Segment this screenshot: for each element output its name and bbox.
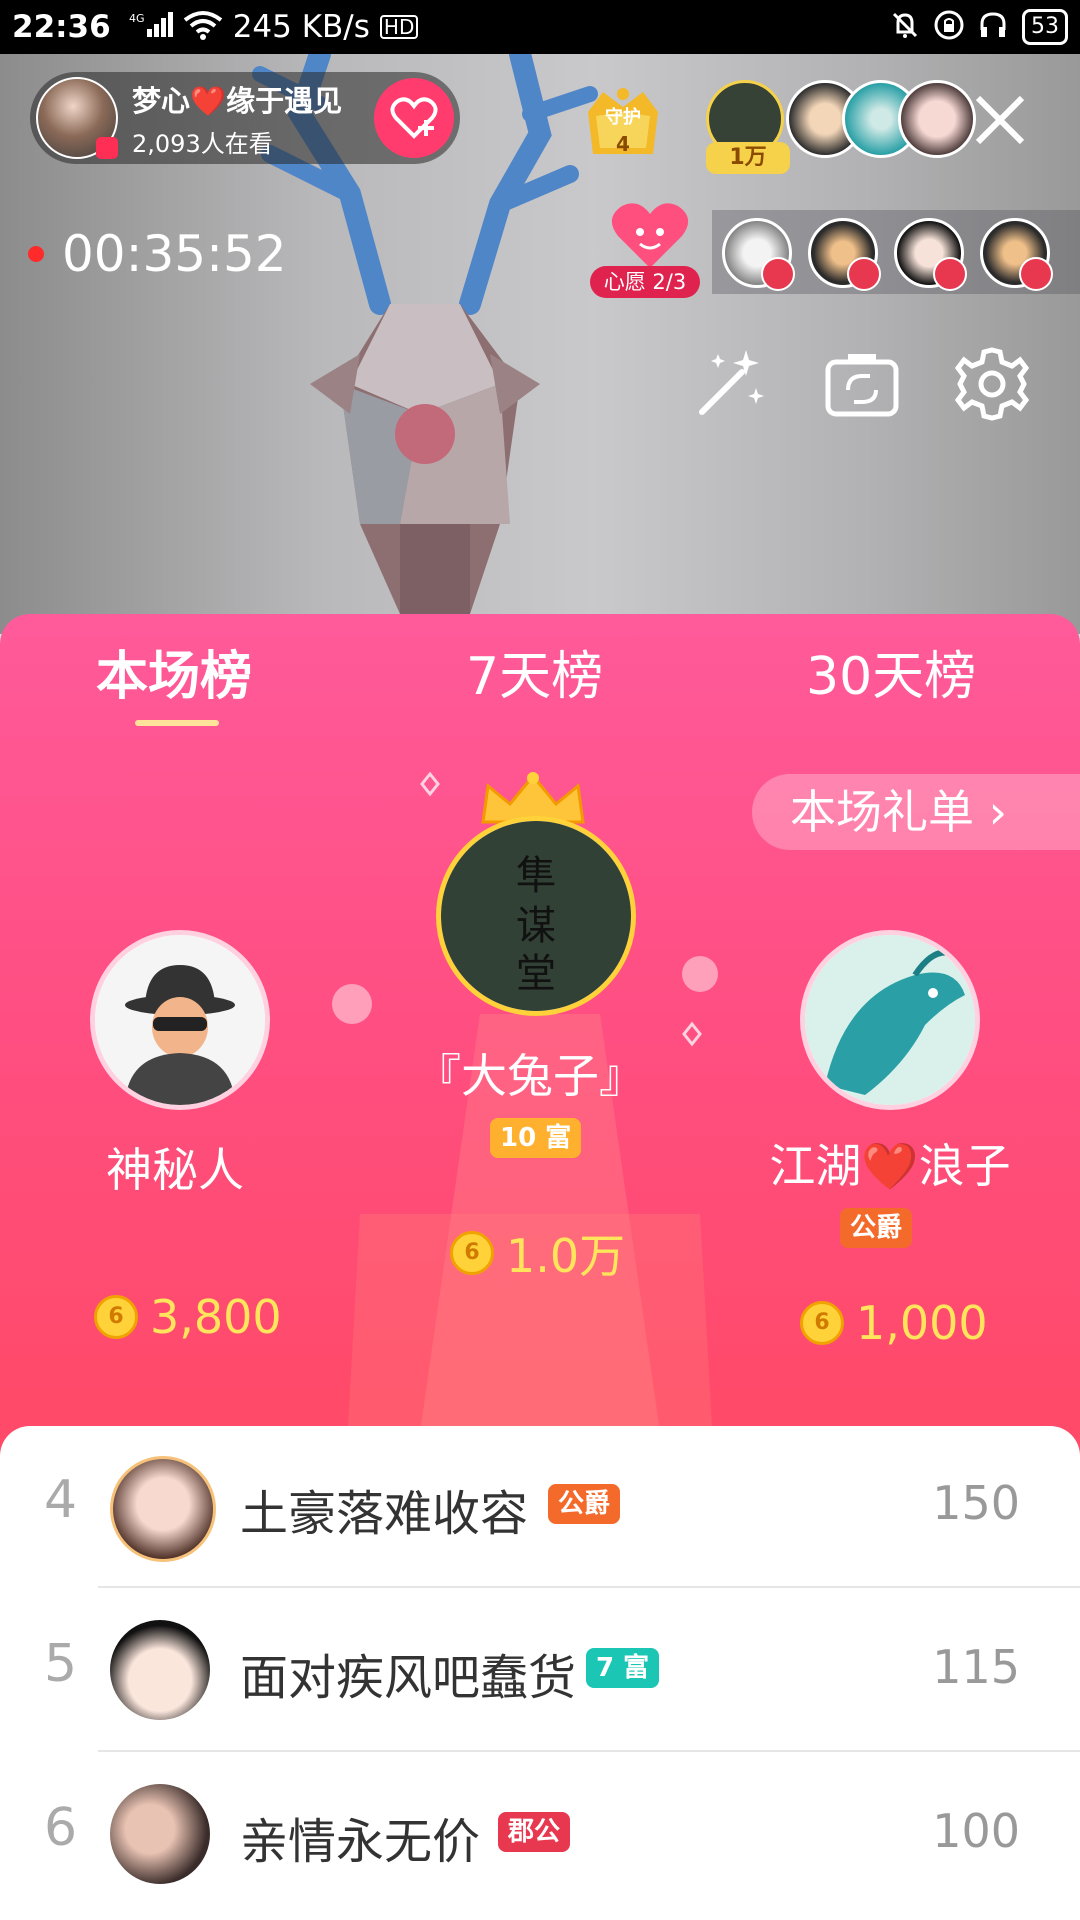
- audience-avatar[interactable]: [898, 80, 976, 158]
- flip-camera-icon[interactable]: [822, 344, 902, 424]
- guest-seat[interactable]: [722, 218, 795, 291]
- anchor-avatar[interactable]: [36, 77, 118, 159]
- calligraphy-avatar-icon: 隼 谋 堂: [441, 821, 631, 1011]
- rank-number: 4: [44, 1470, 78, 1530]
- divider: [98, 1750, 1080, 1752]
- seat-lock-icon: [761, 257, 795, 291]
- guest-seat[interactable]: [894, 218, 967, 291]
- viewer-count: 2,093人在看: [132, 129, 273, 158]
- guest-seat[interactable]: [980, 218, 1053, 291]
- svg-text:谋: 谋: [516, 903, 556, 949]
- noble-badge: 郡公: [498, 1812, 571, 1852]
- list-item[interactable]: 5 面对疾风吧蠢货 7 富 115: [0, 1590, 1080, 1752]
- guest-seat[interactable]: [808, 218, 881, 291]
- close-button[interactable]: [970, 90, 1030, 150]
- wish-heart-icon: [611, 203, 689, 268]
- status-network: 4G 245 KB/s HD: [129, 9, 419, 45]
- heart-plus-icon: [390, 97, 438, 139]
- gift-list-button[interactable]: 本场礼单 ›: [752, 774, 1080, 850]
- headphones-icon: [978, 10, 1008, 45]
- svg-text:4G: 4G: [129, 12, 145, 25]
- score: 100: [932, 1804, 1020, 1858]
- user-name: 面对疾风吧蠢货: [240, 1650, 577, 1706]
- avatar[interactable]: [110, 1784, 210, 1884]
- lock-icon: [934, 10, 964, 45]
- settings-gear-icon[interactable]: [952, 344, 1032, 424]
- guard-label: 守护: [605, 107, 641, 128]
- top-viewer-tag: 1万: [706, 142, 790, 174]
- seat-lock-icon: [933, 257, 967, 291]
- follow-button[interactable]: [374, 78, 454, 158]
- guard-count: 4: [616, 132, 630, 156]
- signal-icon: 4G: [129, 11, 173, 44]
- user-name: 土豪落难收容: [240, 1486, 529, 1542]
- first-place-coins: 6 1.0万: [450, 1220, 625, 1286]
- first-place-badge: 10 富: [490, 1118, 582, 1158]
- svg-text:隼: 隼: [516, 853, 556, 899]
- wealth-badge: 10 富: [490, 1118, 582, 1158]
- rank-number: 5: [44, 1634, 78, 1694]
- dragon-avatar-icon: [805, 935, 975, 1105]
- wealth-badge: 7 富: [586, 1648, 660, 1688]
- divider: [98, 1586, 1080, 1588]
- avatar[interactable]: [110, 1456, 216, 1562]
- noble-badge: 公爵: [840, 1208, 913, 1248]
- second-place-avatar[interactable]: [90, 930, 270, 1110]
- timer-text: 00:35:52: [62, 225, 287, 283]
- coin-icon: 6: [450, 1231, 494, 1275]
- first-place-name: 『大兔子』: [415, 1049, 645, 1103]
- bell-off-icon: [890, 10, 920, 45]
- coin-icon: 6: [800, 1301, 844, 1345]
- third-place-badge: 公爵: [840, 1208, 913, 1248]
- status-bar: 22:36 4G 245 KB/s HD 53: [0, 0, 1080, 54]
- second-place-coins: 6 3,800: [94, 1290, 282, 1344]
- seat-lock-icon: [1019, 257, 1053, 291]
- anchor-name: 梦心❤️缘于遇见: [132, 83, 343, 118]
- hd-icon: HD: [379, 15, 419, 39]
- third-place-coins-value: 1,000: [856, 1296, 988, 1350]
- live-timer: 00:35:52: [28, 225, 287, 283]
- second-place-name: 神秘人: [106, 1143, 244, 1197]
- list-item[interactable]: 4 土豪落难收容 公爵 150: [0, 1426, 1080, 1588]
- wish-label: 心愿 2/3: [590, 266, 700, 298]
- anchor-info[interactable]: 梦心❤️缘于遇见 2,093人在看: [30, 72, 460, 164]
- magic-wand-icon[interactable]: [690, 344, 770, 424]
- second-place-coins-value: 3,800: [150, 1290, 282, 1344]
- incognito-avatar-icon: [95, 935, 265, 1105]
- third-place-coins: 6 1,000: [800, 1296, 988, 1350]
- score: 150: [932, 1476, 1020, 1530]
- list-item[interactable]: 6 亲情永无价 郡公 100: [0, 1754, 1080, 1916]
- wish-widget[interactable]: 心愿 2/3: [590, 200, 700, 300]
- noble-badge: 公爵: [548, 1484, 621, 1524]
- coin-icon: 6: [94, 1295, 138, 1339]
- first-place-coins-value: 1.0万: [506, 1229, 626, 1283]
- ranking-list: 4 土豪落难收容 公爵 150 5 面对疾风吧蠢货 7 富 115 6 亲情永无…: [0, 1426, 1080, 1920]
- user-name: 亲情永无价: [240, 1814, 481, 1870]
- first-place-avatar[interactable]: 隼 谋 堂: [436, 816, 636, 1016]
- live-badge-icon: [96, 137, 118, 159]
- third-place-name: 江湖❤️浪子: [769, 1139, 1011, 1193]
- seat-lock-icon: [847, 257, 881, 291]
- wifi-icon: [183, 10, 223, 45]
- record-dot-icon: [28, 246, 44, 262]
- status-time: 22:36: [12, 9, 111, 45]
- avatar[interactable]: [110, 1620, 210, 1720]
- svg-text:堂: 堂: [516, 951, 556, 997]
- rank-number: 6: [44, 1798, 78, 1858]
- guest-seat-strip: [712, 210, 1080, 294]
- status-right: 53: [890, 0, 1068, 54]
- score: 115: [932, 1640, 1020, 1694]
- close-icon: [975, 95, 1025, 145]
- battery-icon: 53: [1022, 9, 1068, 45]
- network-speed: 245 KB/s: [232, 9, 370, 45]
- third-place-avatar[interactable]: [800, 930, 980, 1110]
